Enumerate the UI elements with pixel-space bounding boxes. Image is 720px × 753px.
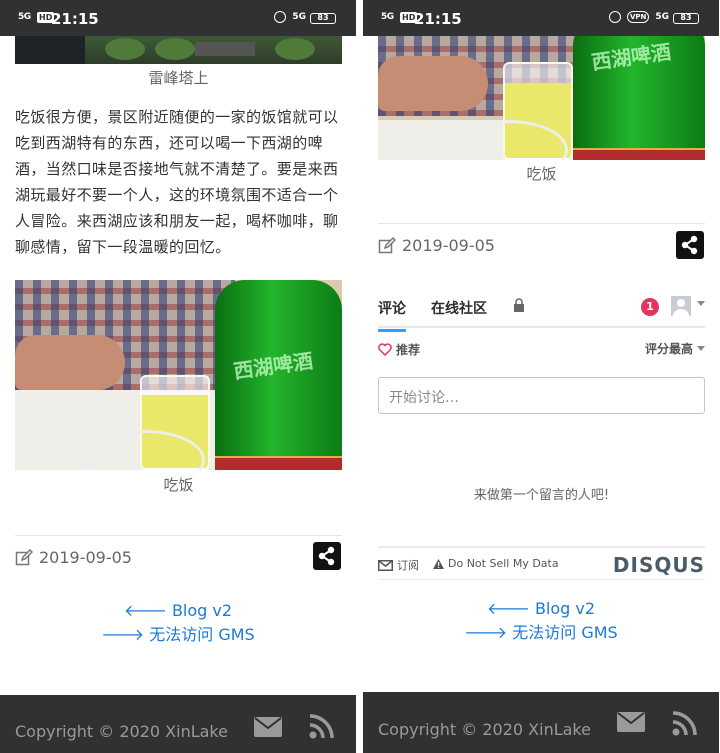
disqus-logo[interactable]: DISQUS xyxy=(613,553,705,577)
lock-icon[interactable] xyxy=(513,298,525,313)
rss-icon[interactable] xyxy=(309,713,335,739)
post-navigation: 🡐 Blog v2 🡒 无法访问 GMS xyxy=(363,597,719,645)
right-screenshot: 5G HD 21:15 VPN 5G 83 西湖啤酒 吃饭 2019-09-05 xyxy=(363,0,719,753)
next-post-link[interactable]: 🡒 无法访问 GMS xyxy=(0,623,356,647)
left-screenshot: 5G HD 21:15 5G 83 雷峰塔上 吃饭很方便，景区附近随便的一家的饭… xyxy=(0,0,356,753)
share-button[interactable] xyxy=(313,542,341,570)
heart-icon xyxy=(378,343,392,356)
prev-post-link[interactable]: 🡐 Blog v2 xyxy=(0,599,356,623)
post-date-row: 2019-09-05 xyxy=(15,548,132,567)
footer-copyright: Copyright © 2020 XinLake xyxy=(378,720,591,739)
battery-indicator: 83 xyxy=(673,13,699,24)
subscribe-link[interactable]: 订阅 xyxy=(378,557,419,573)
alarm-icon xyxy=(274,11,287,23)
mail-icon[interactable] xyxy=(254,717,282,737)
site-footer: Copyright © 2020 XinLake xyxy=(0,695,356,753)
arrow-right-icon: 🡒 xyxy=(101,625,145,644)
comment-input[interactable]: 开始讨论… xyxy=(378,377,705,414)
chevron-down-icon xyxy=(697,346,705,351)
tower-caption: 雷峰塔上 xyxy=(148,69,209,87)
empty-comments-text: 来做第一个留言的人吧! xyxy=(473,488,610,503)
mail-icon[interactable] xyxy=(617,712,645,732)
vpn-indicator: VPN xyxy=(626,11,650,23)
share-button[interactable] xyxy=(676,231,704,259)
tab-community[interactable]: 在线社区 xyxy=(431,298,487,318)
tab-comments[interactable]: 评论 xyxy=(378,298,406,332)
arrow-left-icon: 🡐 xyxy=(486,599,530,618)
status-icons: 5G xyxy=(274,11,306,23)
share-icon xyxy=(318,546,335,566)
rss-icon[interactable] xyxy=(672,710,698,736)
signal-indicator: 5G xyxy=(381,12,394,22)
edit-icon xyxy=(15,548,33,565)
footer-copyright: Copyright © 2020 XinLake xyxy=(15,722,228,741)
alarm-icon xyxy=(608,11,621,23)
prev-post-link[interactable]: 🡐 Blog v2 xyxy=(363,597,719,621)
divider xyxy=(378,223,705,224)
disqus-footer: 订阅 Do Not Sell My Data DISQUS xyxy=(378,546,705,580)
article-paragraph: 吃饭很方便，景区附近随便的一家的饭馆就可以吃到西湖特有的东西，还可以喝一下西湖的… xyxy=(15,108,339,256)
post-navigation: 🡐 Blog v2 🡒 无法访问 GMS xyxy=(0,599,356,647)
network-indicator: 5G xyxy=(655,12,669,22)
food-photo: 西湖啤酒 xyxy=(378,36,705,160)
sort-dropdown[interactable]: 评分最高 xyxy=(645,340,693,357)
disqus-tabs: 评论 在线社区 1 xyxy=(378,290,705,332)
status-bar: 5G HD 21:15 VPN 5G 83 xyxy=(363,0,719,36)
status-bar: 5G HD 21:15 5G 83 xyxy=(0,0,356,36)
chevron-down-icon[interactable] xyxy=(697,301,705,306)
status-time: 21:15 xyxy=(51,10,99,28)
food-caption: 吃饭 xyxy=(163,476,194,494)
recommend-button[interactable]: 推荐 xyxy=(378,341,420,358)
food-photo: 西湖啤酒 xyxy=(15,280,342,470)
status-time: 21:15 xyxy=(414,10,462,28)
post-date: 2019-09-05 xyxy=(39,548,132,567)
share-icon xyxy=(681,235,698,255)
warning-icon xyxy=(433,558,444,569)
divider xyxy=(15,535,342,536)
do-not-sell-link[interactable]: Do Not Sell My Data xyxy=(433,557,559,570)
post-date: 2019-09-05 xyxy=(402,236,495,255)
battery-indicator: 83 xyxy=(310,13,336,24)
tower-photo xyxy=(15,36,342,64)
arrow-right-icon: 🡒 xyxy=(464,623,508,642)
next-post-link[interactable]: 🡒 无法访问 GMS xyxy=(363,621,719,645)
signal-indicator: 5G xyxy=(18,12,31,22)
food-caption: 吃饭 xyxy=(526,165,557,183)
arrow-left-icon: 🡐 xyxy=(123,601,167,620)
network-indicator: 5G xyxy=(292,12,306,22)
status-icons: VPN 5G xyxy=(608,11,669,23)
avatar[interactable] xyxy=(671,296,691,316)
envelope-icon xyxy=(378,559,393,571)
edit-icon xyxy=(378,236,396,253)
notification-badge[interactable]: 1 xyxy=(641,298,659,316)
post-date-row: 2019-09-05 xyxy=(378,236,495,255)
site-footer: Copyright © 2020 XinLake xyxy=(363,692,719,753)
